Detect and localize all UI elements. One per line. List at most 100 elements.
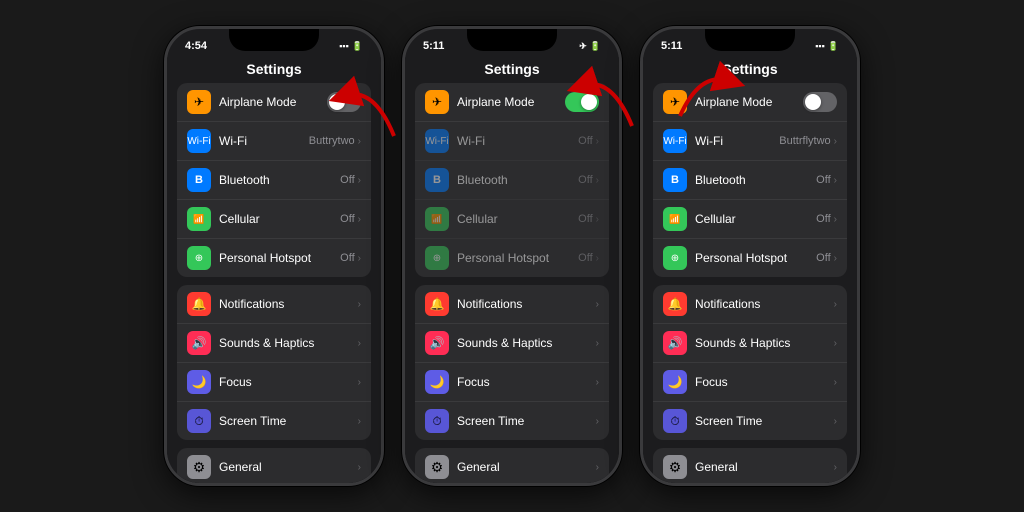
cellular-label-2: Cellular [457, 212, 578, 226]
hotspot-chevron-2: › [596, 253, 599, 264]
wifi-icon-1: Wi-Fi [187, 129, 211, 153]
sounds-label-3: Sounds & Haptics [695, 336, 834, 350]
group-notifications-1: 🔔 Notifications › 🔊 Sounds & Haptics › 🌙… [177, 285, 371, 440]
focus-label-3: Focus [695, 375, 834, 389]
hotspot-icon-2: ⊕ [425, 246, 449, 270]
group-notifications-3: 🔔 Notifications › 🔊 Sounds & Haptics › 🌙… [653, 285, 847, 440]
row-sounds-3[interactable]: 🔊 Sounds & Haptics › [653, 324, 847, 363]
row-cellular-3[interactable]: 📶 Cellular Off › [653, 200, 847, 239]
settings-list-2: ✈ Airplane Mode Wi-Fi Wi-Fi Off › B Blue… [405, 83, 619, 483]
group-general-1: ⚙ General › ☰ Control Center › ☀ Display… [177, 448, 371, 483]
wifi-label-3: Wi-Fi [695, 134, 779, 148]
row-screentime-3[interactable]: ⏱ Screen Time › [653, 402, 847, 440]
phone-3: 5:11 ▪▪▪ 🔋 Settings ✈ Airplane Mode Wi-F… [640, 26, 860, 486]
general-chevron-3: › [834, 462, 837, 473]
row-general-2[interactable]: ⚙ General › [415, 448, 609, 483]
row-cellular-2[interactable]: 📶 Cellular Off › [415, 200, 609, 239]
row-notifications-2[interactable]: 🔔 Notifications › [415, 285, 609, 324]
notifications-chevron-1: › [358, 299, 361, 310]
cellular-icon-2: 📶 [425, 207, 449, 231]
focus-icon-1: 🌙 [187, 370, 211, 394]
airplane-toggle-3[interactable] [803, 92, 837, 112]
signal-icon-1: ▪▪▪ [339, 41, 349, 51]
airplane-status-2: ✈ [579, 41, 587, 52]
row-focus-1[interactable]: 🌙 Focus › [177, 363, 371, 402]
hotspot-value-3: Off [816, 252, 830, 264]
row-general-1[interactable]: ⚙ General › [177, 448, 371, 483]
group-notifications-2: 🔔 Notifications › 🔊 Sounds & Haptics › 🌙… [415, 285, 609, 440]
sounds-icon-2: 🔊 [425, 331, 449, 355]
general-icon-1: ⚙ [187, 455, 211, 479]
row-bluetooth-1[interactable]: B Bluetooth Off › [177, 161, 371, 200]
group-general-2: ⚙ General › ☰ Control Center › ☀ Display… [415, 448, 609, 483]
screentime-icon-1: ⏱ [187, 409, 211, 433]
row-notifications-1[interactable]: 🔔 Notifications › [177, 285, 371, 324]
row-bluetooth-3[interactable]: B Bluetooth Off › [653, 161, 847, 200]
bluetooth-chevron-3: › [834, 175, 837, 186]
notifications-label-1: Notifications [219, 297, 358, 311]
cellular-chevron-1: › [358, 214, 361, 225]
sounds-chevron-2: › [596, 338, 599, 349]
cellular-value-1: Off [340, 213, 354, 225]
arrow-annotation-3 [670, 51, 750, 131]
sounds-icon-1: 🔊 [187, 331, 211, 355]
hotspot-chevron-3: › [834, 253, 837, 264]
row-screentime-1[interactable]: ⏱ Screen Time › [177, 402, 371, 440]
row-sounds-2[interactable]: 🔊 Sounds & Haptics › [415, 324, 609, 363]
bluetooth-label-2: Bluetooth [457, 173, 578, 187]
cellular-value-3: Off [816, 213, 830, 225]
hotspot-label-2: Personal Hotspot [457, 251, 578, 265]
general-icon-2: ⚙ [425, 455, 449, 479]
sounds-icon-3: 🔊 [663, 331, 687, 355]
row-sounds-1[interactable]: 🔊 Sounds & Haptics › [177, 324, 371, 363]
bluetooth-label-3: Bluetooth [695, 173, 816, 187]
cellular-icon-3: 📶 [663, 207, 687, 231]
cellular-label-1: Cellular [219, 212, 340, 226]
row-hotspot-2[interactable]: ⊕ Personal Hotspot Off › [415, 239, 609, 277]
notch-2 [467, 29, 557, 51]
notifications-label-3: Notifications [695, 297, 834, 311]
bluetooth-value-3: Off [816, 174, 830, 186]
cellular-chevron-3: › [834, 214, 837, 225]
hotspot-icon-3: ⊕ [663, 246, 687, 270]
bluetooth-label-1: Bluetooth [219, 173, 340, 187]
general-chevron-2: › [596, 462, 599, 473]
row-focus-2[interactable]: 🌙 Focus › [415, 363, 609, 402]
wifi-value-2: Off [578, 135, 592, 147]
wifi-value-3: Buttrflytwo [779, 135, 830, 147]
hotspot-icon-1: ⊕ [187, 246, 211, 270]
row-focus-3[interactable]: 🌙 Focus › [653, 363, 847, 402]
row-screentime-2[interactable]: ⏱ Screen Time › [415, 402, 609, 440]
sounds-label-1: Sounds & Haptics [219, 336, 358, 350]
row-general-3[interactable]: ⚙ General › [653, 448, 847, 483]
status-time-1: 4:54 [185, 40, 207, 52]
row-notifications-3[interactable]: 🔔 Notifications › [653, 285, 847, 324]
row-hotspot-3[interactable]: ⊕ Personal Hotspot Off › [653, 239, 847, 277]
focus-label-1: Focus [219, 375, 358, 389]
row-hotspot-1[interactable]: ⊕ Personal Hotspot Off › [177, 239, 371, 277]
notifications-chevron-3: › [834, 299, 837, 310]
airplane-icon-1: ✈ [187, 90, 211, 114]
arrow-annotation-1 [314, 66, 414, 146]
sounds-chevron-3: › [834, 338, 837, 349]
bluetooth-icon-1: B [187, 168, 211, 192]
arrow-annotation-2 [552, 56, 652, 136]
signal-icon-3: ▪▪▪ [815, 41, 825, 51]
sounds-chevron-1: › [358, 338, 361, 349]
general-label-2: General [457, 460, 596, 474]
wifi-label-1: Wi-Fi [219, 134, 309, 148]
hotspot-value-2: Off [578, 252, 592, 264]
status-icons-3: ▪▪▪ 🔋 [815, 41, 839, 52]
notifications-chevron-2: › [596, 299, 599, 310]
bluetooth-icon-3: B [663, 168, 687, 192]
row-cellular-1[interactable]: 📶 Cellular Off › [177, 200, 371, 239]
general-icon-3: ⚙ [663, 455, 687, 479]
notifications-icon-1: 🔔 [187, 292, 211, 316]
wifi-status-icon-1: 🔋 [352, 41, 363, 52]
cellular-label-3: Cellular [695, 212, 816, 226]
notifications-icon-2: 🔔 [425, 292, 449, 316]
bluetooth-value-2: Off [578, 174, 592, 186]
airplane-label-2: Airplane Mode [457, 95, 565, 109]
row-bluetooth-2[interactable]: B Bluetooth Off › [415, 161, 609, 200]
cellular-chevron-2: › [596, 214, 599, 225]
